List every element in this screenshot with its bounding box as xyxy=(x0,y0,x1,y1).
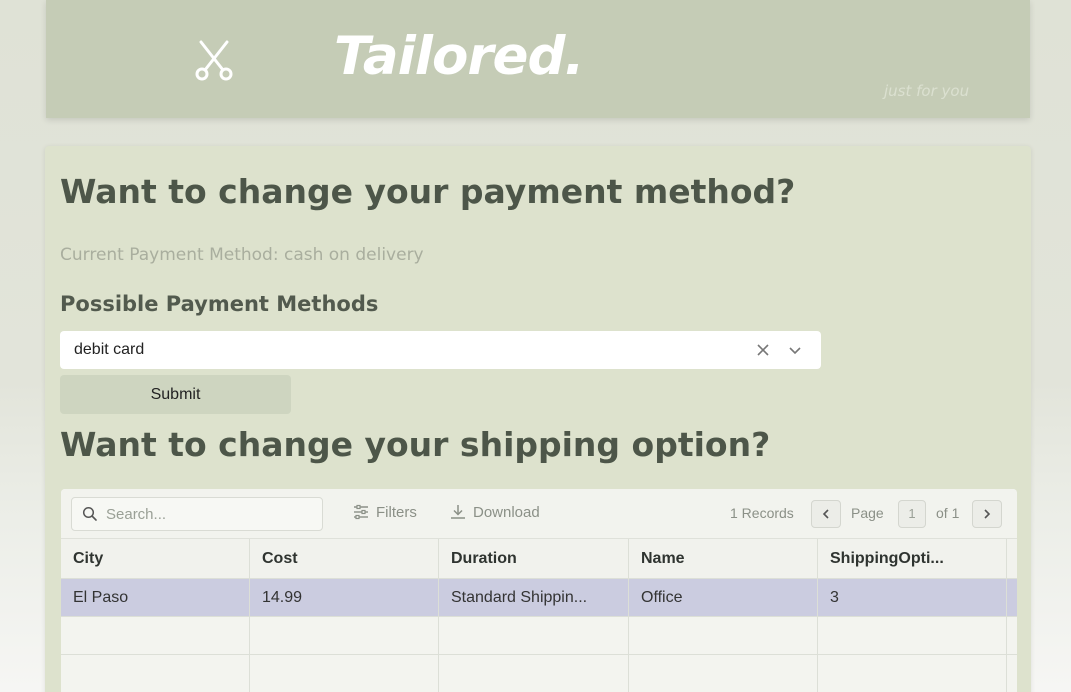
empty-cell xyxy=(250,655,439,692)
possible-payment-label: Possible Payment Methods xyxy=(60,292,379,316)
empty-cell xyxy=(250,617,439,655)
submit-button[interactable]: Submit xyxy=(60,375,291,414)
records-count: 1 Records xyxy=(730,505,794,521)
next-page-button[interactable] xyxy=(972,500,1002,528)
filter-icon xyxy=(354,504,368,520)
column-header-shipping-option[interactable]: ShippingOpti... xyxy=(818,539,1007,579)
shipping-heading: Want to change your shipping option? xyxy=(60,425,771,464)
chevron-down-icon[interactable] xyxy=(785,340,805,360)
app-tagline: just for you xyxy=(884,82,970,100)
clear-icon[interactable] xyxy=(753,340,773,360)
empty-cell xyxy=(439,655,629,692)
search-input[interactable] xyxy=(106,505,306,523)
filters-label: Filters xyxy=(376,503,417,521)
empty-cell xyxy=(439,617,629,655)
download-icon xyxy=(451,505,465,519)
download-button[interactable]: Download xyxy=(449,503,540,521)
empty-cell xyxy=(629,617,818,655)
chevron-left-icon xyxy=(822,509,829,519)
empty-cell xyxy=(629,655,818,692)
column-header-cost[interactable]: Cost xyxy=(250,539,439,579)
column-header-name[interactable]: Name xyxy=(629,539,818,579)
prev-page-button[interactable] xyxy=(811,500,841,528)
app-header: Tailored. just for you xyxy=(46,0,1030,118)
empty-row xyxy=(61,617,1017,655)
empty-cell xyxy=(61,655,250,692)
column-header-duration[interactable]: Duration xyxy=(439,539,629,579)
page-label: Page xyxy=(851,505,884,521)
search-box[interactable] xyxy=(71,497,323,531)
empty-cell xyxy=(61,617,250,655)
payment-method-select[interactable]: debit card xyxy=(60,331,821,369)
scissors-icon xyxy=(195,40,233,81)
chevron-right-icon xyxy=(984,509,991,519)
table-header-row: City Cost Duration Name ShippingOpti... xyxy=(61,539,1017,579)
column-header-city[interactable]: City xyxy=(61,539,250,579)
cell-city: El Paso xyxy=(61,579,250,617)
empty-cell xyxy=(818,617,1007,655)
download-label: Download xyxy=(473,503,540,521)
cell-duration: Standard Shippin... xyxy=(439,579,629,617)
empty-row xyxy=(61,655,1017,692)
table-grid: City Cost Duration Name ShippingOpti... … xyxy=(61,539,1017,692)
payment-heading: Want to change your payment method? xyxy=(60,172,796,211)
cell-name: Office xyxy=(629,579,818,617)
page-number-input[interactable]: 1 xyxy=(898,500,926,528)
app-logo: Tailored. xyxy=(334,26,585,87)
filters-button[interactable]: Filters xyxy=(352,503,417,521)
current-payment-method: Current Payment Method: cash on delivery xyxy=(60,245,424,265)
page-total: of 1 xyxy=(936,505,960,521)
cell-shipping-option: 3 xyxy=(818,579,1007,617)
empty-cell xyxy=(818,655,1007,692)
search-icon xyxy=(82,506,97,521)
shipping-table: Filters Download 1 Records Page 1 of 1 xyxy=(61,489,1017,692)
payment-method-value: debit card xyxy=(74,341,145,358)
table-toolbar: Filters Download 1 Records Page 1 of 1 xyxy=(61,489,1017,539)
table-row[interactable]: El Paso 14.99 Standard Shippin... Office… xyxy=(61,579,1017,617)
cell-cost: 14.99 xyxy=(250,579,439,617)
